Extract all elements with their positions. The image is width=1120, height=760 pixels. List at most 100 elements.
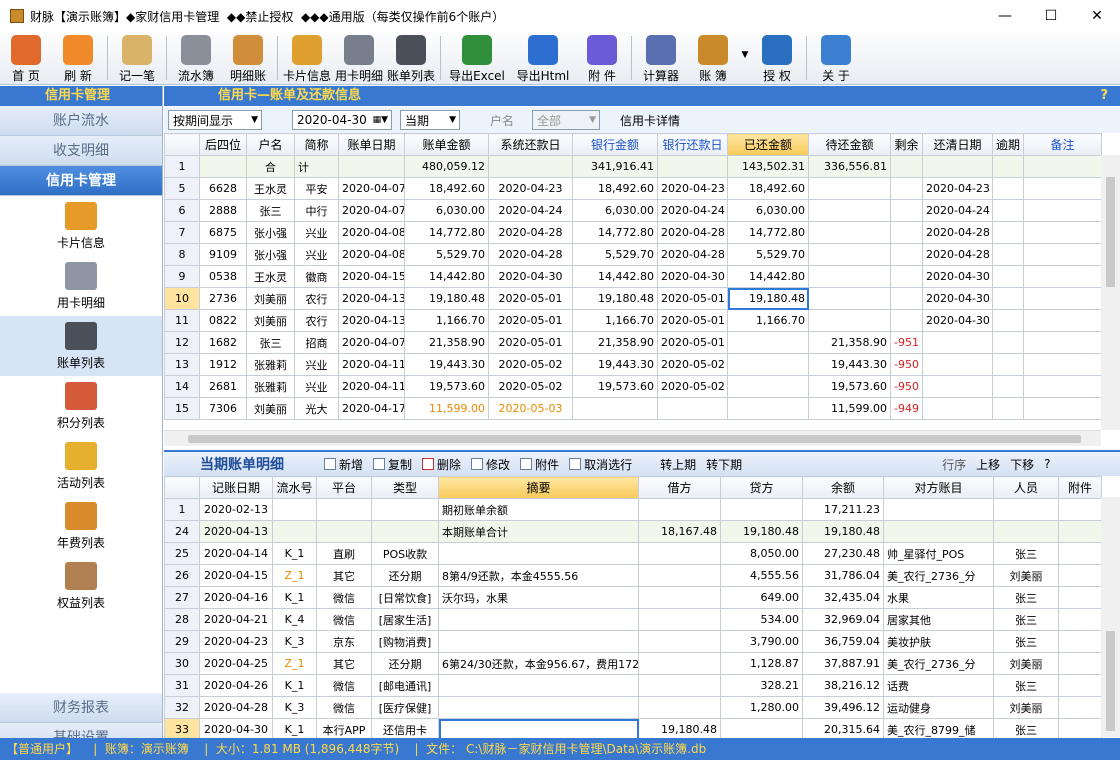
table-cell[interactable] <box>1023 331 1102 354</box>
move-up-button[interactable]: 上移 <box>976 456 1000 473</box>
table-cell[interactable]: 2020-05-02 <box>657 353 728 376</box>
table-cell[interactable] <box>992 243 1024 266</box>
table-cell[interactable]: 2020-05-01 <box>488 287 573 310</box>
table-cell[interactable]: 美妆护肤 <box>883 630 994 653</box>
table-cell[interactable]: 张小强 <box>246 243 295 266</box>
table-cell[interactable]: 2020-04-30 <box>922 309 993 332</box>
table-cell[interactable]: 2020-04-28 <box>657 221 728 244</box>
table-row[interactable]: 30 2020-04-25 Z_1 其它 还分期 6第24/30还款，本金956.67，费… <box>164 652 1102 675</box>
table-cell[interactable] <box>1058 630 1102 653</box>
bill-detail-vscroll[interactable] <box>1101 497 1120 737</box>
table-cell[interactable]: 其它 <box>316 564 372 587</box>
table-cell[interactable]: 1,280.00 <box>720 696 803 719</box>
table-cell[interactable]: 刘美丽 <box>993 696 1059 719</box>
table-cell[interactable] <box>1058 498 1102 521</box>
table-cell[interactable]: 10 <box>164 287 200 310</box>
table-cell[interactable]: 刘美丽 <box>246 287 295 310</box>
table-cell[interactable]: 张雅莉 <box>246 353 295 376</box>
table-cell[interactable]: -950 <box>890 375 923 398</box>
table-cell[interactable] <box>883 520 994 543</box>
table-cell[interactable]: 6,030.00 <box>572 199 658 222</box>
table-cell[interactable] <box>922 331 993 354</box>
table-cell[interactable]: 2020-04-13 <box>338 309 405 332</box>
table-cell[interactable] <box>371 520 439 543</box>
table-cell[interactable]: 14,772.80 <box>572 221 658 244</box>
table-cell[interactable]: 12 <box>164 331 200 354</box>
column-header[interactable]: 附件 <box>1058 476 1102 499</box>
column-header[interactable]: 平台 <box>316 476 372 499</box>
table-cell[interactable]: 38,216.12 <box>802 674 884 697</box>
note-button[interactable]: 记一笔 <box>111 32 163 85</box>
card-detail-label[interactable]: 信用卡详情 <box>620 112 680 129</box>
table-cell[interactable] <box>1058 542 1102 565</box>
table-cell[interactable] <box>638 586 721 609</box>
table-row[interactable]: 7 6875 张小强 兴业 2020-04-08 14,772.80 2020-04-28 1… <box>164 221 1102 244</box>
table-cell[interactable]: 微信 <box>316 586 372 609</box>
table-cell[interactable]: 2020-04-15 <box>338 265 405 288</box>
table-cell[interactable] <box>720 498 803 521</box>
move-down-button[interactable]: 下移 <box>1010 456 1034 473</box>
table-cell[interactable]: 9 <box>164 265 200 288</box>
table-cell[interactable]: K_1 <box>272 674 317 697</box>
next-period-button[interactable]: 转下期 <box>706 456 742 473</box>
bill-table-vscroll[interactable] <box>1101 155 1120 430</box>
table-cell[interactable]: 14,442.80 <box>727 265 809 288</box>
table-cell[interactable]: 2020-02-13 <box>199 498 273 521</box>
column-header[interactable]: 类型 <box>371 476 439 499</box>
column-header[interactable]: 户名 <box>246 133 295 156</box>
table-row[interactable]: 6 2888 张三 中行 2020-04-07 6,030.00 2020-04-24 6,0… <box>164 199 1102 222</box>
table-row[interactable]: 13 1912 张雅莉 兴业 2020-04-11 19,443.30 2020-05-02… <box>164 353 1102 376</box>
table-cell[interactable]: 张三 <box>993 674 1059 697</box>
table-cell[interactable] <box>1023 375 1102 398</box>
table-cell[interactable]: 19,180.48 <box>802 520 884 543</box>
table-cell[interactable]: 王水灵 <box>246 177 295 200</box>
table-cell[interactable] <box>1023 155 1102 178</box>
table-cell[interactable]: 32,435.04 <box>802 586 884 609</box>
table-cell[interactable] <box>727 331 809 354</box>
table-cell[interactable]: 刘美丽 <box>246 309 295 332</box>
authorize-button[interactable]: 授 权 <box>751 32 803 85</box>
table-cell[interactable]: 2020-05-02 <box>657 375 728 398</box>
table-cell[interactable] <box>890 199 923 222</box>
table-cell[interactable]: 18,492.60 <box>404 177 489 200</box>
table-cell[interactable]: 17,211.23 <box>802 498 884 521</box>
table-cell[interactable]: 2020-04-11 <box>338 375 405 398</box>
about-button[interactable]: 关 于 <box>810 32 862 85</box>
table-cell[interactable] <box>808 177 891 200</box>
card-info-button[interactable]: 卡片信息 <box>281 32 333 85</box>
table-cell[interactable]: -950 <box>890 353 923 376</box>
table-cell[interactable]: 兴业 <box>294 375 339 398</box>
table-cell[interactable] <box>922 353 993 376</box>
table-cell[interactable]: 2020-04-30 <box>922 287 993 310</box>
table-cell[interactable]: 21,358.90 <box>404 331 489 354</box>
table-cell[interactable] <box>638 564 721 587</box>
table-cell[interactable]: 2020-04-08 <box>338 243 405 266</box>
column-header[interactable]: 账单金额 <box>404 133 489 156</box>
table-cell[interactable]: -951 <box>890 331 923 354</box>
table-row[interactable]: 26 2020-04-15 Z_1 其它 还分期 8第4/9还款，本金4555.56 4,5… <box>164 564 1102 587</box>
close-button[interactable]: ✕ <box>1074 0 1120 32</box>
table-cell[interactable]: K_1 <box>272 586 317 609</box>
table-cell[interactable]: 2736 <box>199 287 247 310</box>
table-cell[interactable] <box>438 696 639 719</box>
table-cell[interactable] <box>1023 199 1102 222</box>
prev-period-button[interactable]: 转上期 <box>660 456 696 473</box>
table-cell[interactable]: 6875 <box>199 221 247 244</box>
table-cell[interactable] <box>1058 520 1102 543</box>
table-cell[interactable]: 美_农行_2736_分 <box>883 652 994 675</box>
table-row[interactable]: 10 2736 刘美丽 农行 2020-04-13 19,180.48 2020-05-01… <box>164 287 1102 310</box>
table-cell[interactable]: 张三 <box>246 199 295 222</box>
table-cell[interactable]: 2020-04-28 <box>488 221 573 244</box>
table-cell[interactable]: 其它 <box>316 652 372 675</box>
table-row[interactable]: 5 6628 王水灵 平安 2020-04-07 18,492.60 2020-04-23 1… <box>164 177 1102 200</box>
table-cell[interactable]: 2020-04-08 <box>338 221 405 244</box>
table-cell[interactable]: 14 <box>164 375 200 398</box>
add-button[interactable]: 新增 <box>324 456 363 473</box>
table-cell[interactable]: 2020-04-30 <box>657 265 728 288</box>
table-cell[interactable]: 光大 <box>294 397 339 420</box>
home-button[interactable]: 首 页 <box>0 32 52 85</box>
table-cell[interactable]: [日常饮食] <box>371 586 439 609</box>
table-cell[interactable]: 28 <box>164 608 200 631</box>
chevron-down-icon[interactable]: ▼ <box>739 50 751 60</box>
table-cell[interactable] <box>438 630 639 653</box>
